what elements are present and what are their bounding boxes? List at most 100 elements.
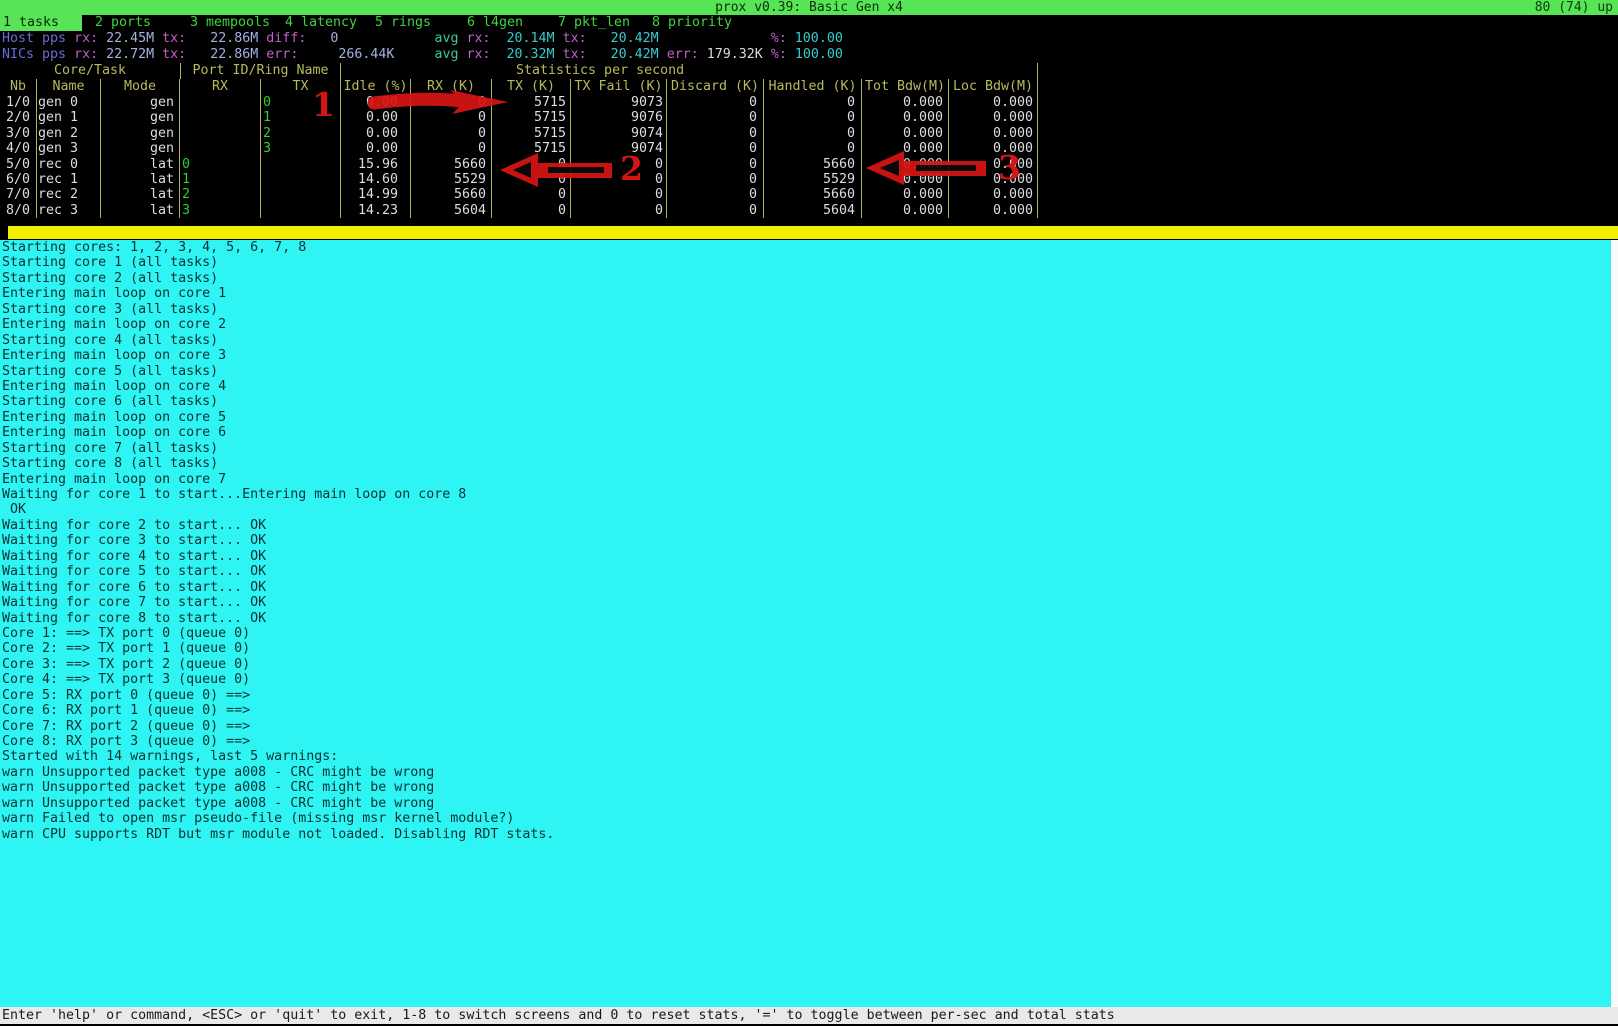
- right-scroll-strip[interactable]: [1611, 240, 1618, 1007]
- stat-segment: 266.44K: [338, 47, 394, 62]
- log-line: warn Unsupported packet type a008 - CRC …: [0, 765, 1618, 780]
- table-group-header: Core/Task: [0, 63, 181, 79]
- stat-segment: [66, 47, 74, 62]
- table-cell: rec 1: [37, 172, 101, 187]
- table-cell: 5529: [764, 172, 862, 187]
- stat-segment: 0: [306, 31, 338, 46]
- stat-segment: [154, 31, 162, 46]
- log-line: Waiting for core 1 to start...Entering m…: [0, 487, 1618, 502]
- table-cell: 0: [667, 203, 764, 218]
- stat-segment: [98, 47, 106, 62]
- table-cell: [261, 172, 341, 187]
- table-cell: 14.99: [341, 187, 411, 202]
- tab-5-rings[interactable]: 5 rings: [375, 15, 431, 31]
- table-cell: gen: [101, 141, 180, 156]
- log-line: Entering main loop on core 5: [0, 410, 1618, 425]
- tab-4-latency[interactable]: 4 latency: [285, 15, 357, 31]
- log-line: Core 7: RX port 2 (queue 0) ==>: [0, 719, 1618, 734]
- table-cell: [180, 110, 261, 125]
- log-line: Starting core 6 (all tasks): [0, 394, 1618, 409]
- table-cell: 14.60: [341, 172, 411, 187]
- stat-segment: avg: [434, 47, 458, 62]
- table-cell: 0: [667, 110, 764, 125]
- log-line: Waiting for core 4 to start... OK: [0, 549, 1618, 564]
- table-row: 8/0rec 3lat314.23560400056040.0000.000: [0, 203, 1040, 218]
- log-line: Core 1: ==> TX port 0 (queue 0): [0, 626, 1618, 641]
- table-cell: 9074: [571, 141, 667, 156]
- stat-segment: tx:: [563, 31, 587, 46]
- stat-segment: [338, 31, 434, 46]
- table-row: 6/0rec 1lat114.60552900055290.0000.000: [0, 172, 1040, 187]
- table-cell: 0: [667, 141, 764, 156]
- log-line: Core 4: ==> TX port 3 (queue 0): [0, 672, 1618, 687]
- table-cell: 5660: [411, 187, 492, 202]
- stat-segment: Host pps: [2, 31, 66, 46]
- table-cell: gen: [101, 110, 180, 125]
- table-cell: 0.000: [949, 141, 1038, 156]
- table-cell: 0.000: [862, 126, 949, 141]
- stat-segment: 22.72M: [106, 47, 154, 62]
- tab-3-mempools[interactable]: 3 mempools: [190, 15, 270, 31]
- table-row: 1/0gen 0gen00.00057159073000.0000.000: [0, 95, 1040, 110]
- table-cell: 1: [261, 110, 341, 125]
- log-line: Entering main loop on core 3: [0, 348, 1618, 363]
- host-pps-statline: Host pps rx: 22.45M tx: 22.86M diff: 0 a…: [2, 31, 843, 46]
- tab-6-l4gen[interactable]: 6 l4gen: [467, 15, 523, 31]
- log-line: Waiting for core 5 to start... OK: [0, 564, 1618, 579]
- tab-7-pkt_len[interactable]: 7 pkt_len: [558, 15, 630, 31]
- stat-segment: %:: [771, 31, 787, 46]
- table-cell: 5604: [764, 203, 862, 218]
- table-cell: 0: [492, 157, 571, 172]
- table-cell: 2: [261, 126, 341, 141]
- stat-segment: diff:: [266, 31, 306, 46]
- log-line: Entering main loop on core 2: [0, 317, 1618, 332]
- log-line: Core 2: ==> TX port 1 (queue 0): [0, 641, 1618, 656]
- stat-segment: rx:: [466, 31, 490, 46]
- table-cell: 0.000: [862, 172, 949, 187]
- stat-segment: [659, 31, 771, 46]
- column-header: Mode: [101, 79, 180, 95]
- table-cell: [180, 141, 261, 156]
- tab-1-tasks[interactable]: 1 tasks: [3, 15, 59, 31]
- stat-segment: err:: [667, 47, 699, 62]
- stat-segment: [186, 47, 210, 62]
- stat-segment: err:: [266, 47, 298, 62]
- title-bar: prox v0.39: Basic Gen x4 80 (74) up: [0, 0, 1618, 15]
- table-cell: 0: [571, 172, 667, 187]
- log-line: warn Unsupported packet type a008 - CRC …: [0, 796, 1618, 811]
- log-line: Waiting for core 8 to start... OK: [0, 611, 1618, 626]
- command-hint-bar: Enter 'help' or command, <ESC> or 'quit'…: [0, 1007, 1618, 1024]
- log-line: Entering main loop on core 1: [0, 286, 1618, 301]
- stat-segment: [587, 47, 603, 62]
- table-cell: 0: [180, 157, 261, 172]
- table-row: 7/0rec 2lat214.99566000056600.0000.000: [0, 187, 1040, 202]
- stat-segment: tx:: [162, 31, 186, 46]
- table-cell: 14.23: [341, 203, 411, 218]
- table-cell: gen 2: [37, 126, 101, 141]
- tab-8-priority[interactable]: 8 priority: [652, 15, 732, 31]
- log-line: Starting cores: 1, 2, 3, 4, 5, 6, 7, 8: [0, 240, 1618, 255]
- table-cell: 0.000: [949, 172, 1038, 187]
- screen-tab-bar: 1 tasks 2 ports 3 mempools 4 latency 5 rings…: [0, 15, 1618, 31]
- table-row: 2/0gen 1gen10.00057159076000.0000.000: [0, 110, 1040, 125]
- table-cell: 0: [764, 95, 862, 110]
- stat-segment: 20.42M: [603, 47, 659, 62]
- stat-segment: [587, 31, 603, 46]
- table-cell: 0: [411, 126, 492, 141]
- column-header: TX Fail (K): [571, 79, 667, 95]
- log-line: Core 6: RX port 1 (queue 0) ==>: [0, 703, 1618, 718]
- tab-2-ports[interactable]: 2 ports: [95, 15, 151, 31]
- table-header-row: NbNameModeRXTXIdle (%)RX (K)TX (K)TX Fai…: [0, 79, 1040, 95]
- column-header: RX (K): [411, 79, 492, 95]
- table-cell: 0: [571, 157, 667, 172]
- stat-segment: [555, 31, 563, 46]
- log-line: Starting core 8 (all tasks): [0, 456, 1618, 471]
- table-cell: 9074: [571, 126, 667, 141]
- table-cell: 0: [492, 172, 571, 187]
- nics-pps-statline: NICs pps rx: 22.72M tx: 22.86M err: 266.…: [2, 47, 843, 62]
- stat-segment: tx:: [162, 47, 186, 62]
- stat-segment: [298, 47, 338, 62]
- log-line: Waiting for core 2 to start... OK: [0, 518, 1618, 533]
- table-cell: 6/0: [0, 172, 37, 187]
- log-line: Waiting for core 3 to start... OK: [0, 533, 1618, 548]
